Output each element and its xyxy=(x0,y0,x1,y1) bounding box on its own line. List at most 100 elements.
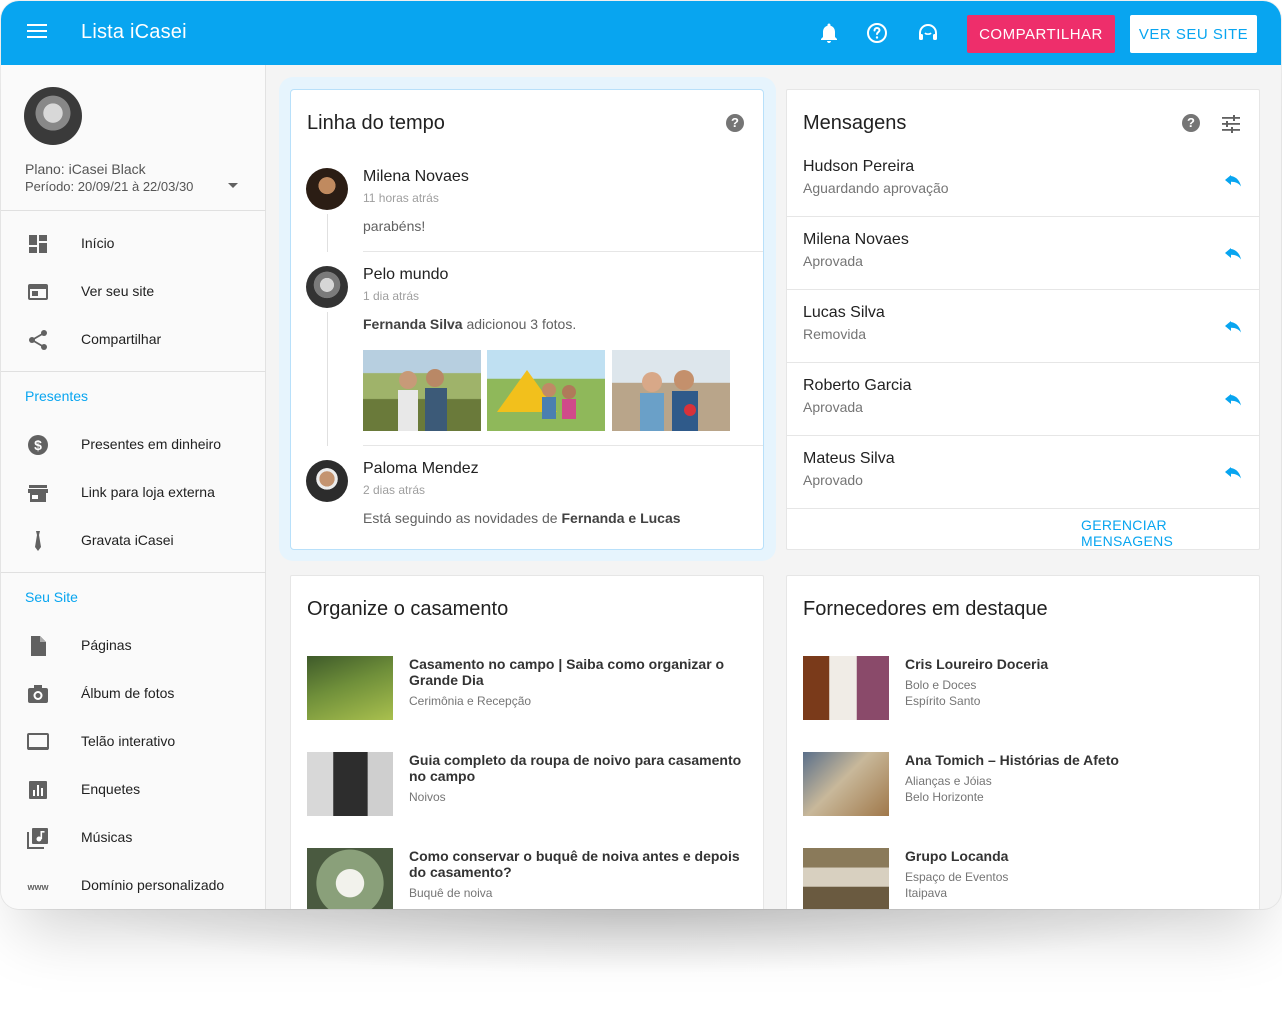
reply-icon[interactable] xyxy=(1223,170,1243,190)
menu-icon[interactable] xyxy=(25,21,49,45)
sidebar: Plano: iCasei Black Período: 20/09/21 à … xyxy=(1,65,266,909)
message-status: Aprovado xyxy=(803,472,863,488)
www-icon: www xyxy=(27,882,49,892)
window-shadow xyxy=(60,905,1220,975)
sidebar-item-dominio[interactable]: www Domínio personalizado xyxy=(1,861,266,909)
divider xyxy=(1,371,266,372)
supplier-item[interactable]: Grupo Locanda Espaço de Eventos Itaipava xyxy=(803,848,1243,909)
browser-icon xyxy=(28,284,48,300)
screen-icon xyxy=(27,733,49,750)
dashboard-icon xyxy=(29,235,47,253)
message-row[interactable]: Lucas Silva Removida xyxy=(787,290,1259,363)
timeline-text-action: Está seguindo as novidades de xyxy=(363,510,562,526)
share-button[interactable]: COMPARTILHAR xyxy=(967,15,1115,53)
profile-section: Plano: iCasei Black Período: 20/09/21 à … xyxy=(1,65,266,211)
sidebar-item-ver-seu-site[interactable]: Ver seu site xyxy=(1,267,266,315)
article-item[interactable]: Como conservar o buquê de noiva antes e … xyxy=(307,848,747,909)
sidebar-item-enquetes[interactable]: Enquetes xyxy=(1,765,266,813)
reply-icon[interactable] xyxy=(1223,389,1243,409)
sidebar-item-label: Início xyxy=(81,235,115,251)
timeline-text: parabéns! xyxy=(363,218,426,234)
supplier-category: Espaço de Eventos xyxy=(905,870,1009,884)
message-row[interactable]: Milena Novaes Aprovada xyxy=(787,217,1259,290)
timeline-text: Está seguindo as novidades de Fernanda e… xyxy=(363,510,681,526)
period-label: Período: 20/09/21 à 22/03/30 xyxy=(25,179,194,194)
tie-icon xyxy=(35,531,41,551)
view-site-button[interactable]: VER SEU SITE xyxy=(1130,15,1257,53)
message-status: Aprovada xyxy=(803,253,863,269)
supplier-thumbnail xyxy=(803,752,889,816)
supplier-item[interactable]: Ana Tomich – Histórias de Afeto Alianças… xyxy=(803,752,1243,822)
help-circle-icon[interactable] xyxy=(865,21,889,45)
section-title-presentes: Presentes xyxy=(25,388,89,404)
supplier-name: Grupo Locanda xyxy=(905,848,1009,864)
sidebar-item-label: Enquetes xyxy=(81,781,141,797)
sidebar-item-musicas[interactable]: Músicas xyxy=(1,813,266,861)
divider xyxy=(363,251,763,252)
timeline-name: Paloma Mendez xyxy=(363,460,479,477)
avatar xyxy=(306,266,348,308)
help-icon[interactable]: ? xyxy=(1182,114,1200,132)
article-thumbnail xyxy=(307,848,393,909)
manage-messages-link[interactable]: GERENCIAR MENSAGENS xyxy=(1081,517,1259,549)
help-icon[interactable]: ? xyxy=(726,114,744,132)
avatar[interactable] xyxy=(24,87,82,145)
timeline-text-action: adicionou 3 fotos. xyxy=(462,316,577,332)
message-row[interactable]: Mateus Silva Aprovado xyxy=(787,436,1259,509)
sidebar-item-label: Domínio personalizado xyxy=(81,877,225,893)
reply-icon[interactable] xyxy=(1223,462,1243,482)
sidebar-item-label: Presentes em dinheiro xyxy=(81,436,222,452)
timeline-item[interactable]: Milena Novaes 11 horas atrás parabéns! xyxy=(291,166,763,252)
supplier-location: Belo Horizonte xyxy=(905,790,984,804)
supplier-location: Espírito Santo xyxy=(905,694,981,708)
message-status: Removida xyxy=(803,326,867,342)
message-author: Hudson Pereira xyxy=(803,158,915,175)
card-title: Organize o casamento xyxy=(307,598,509,620)
timeline-connector xyxy=(327,214,328,252)
article-category: Buquê de noiva xyxy=(409,886,493,900)
article-item[interactable]: Guia completo da roupa de noivo para cas… xyxy=(307,752,747,822)
sidebar-item-inicio[interactable]: Início xyxy=(1,219,266,267)
sidebar-item-album[interactable]: Álbum de fotos xyxy=(1,669,266,717)
camera-icon xyxy=(28,685,48,703)
message-author: Roberto Garcia xyxy=(803,377,912,394)
app-window: Lista iCasei COMPARTILHAR VER SEU SITE P… xyxy=(1,1,1281,909)
sidebar-item-gravata[interactable]: Gravata iCasei xyxy=(1,516,266,564)
plan-label: Plano: iCasei Black xyxy=(25,161,146,177)
timeline-item[interactable]: Paloma Mendez 2 dias atrás Está seguindo… xyxy=(291,458,763,538)
supplier-location: Itaipava xyxy=(905,886,948,900)
reply-icon[interactable] xyxy=(1223,243,1243,263)
photo-thumbnail[interactable] xyxy=(363,350,481,431)
sidebar-item-telao[interactable]: Telão interativo xyxy=(1,717,266,765)
sidebar-item-presentes-dinheiro[interactable]: $ Presentes em dinheiro xyxy=(1,420,266,468)
photo-thumbnail[interactable] xyxy=(487,350,605,431)
photo-thumbnail[interactable] xyxy=(612,350,730,431)
sidebar-item-label: Álbum de fotos xyxy=(81,685,175,701)
article-item[interactable]: Casamento no campo | Saiba como organiza… xyxy=(307,656,747,726)
article-title: Como conservar o buquê de noiva antes e … xyxy=(409,848,740,880)
music-icon xyxy=(27,828,48,849)
message-row[interactable]: Roberto Garcia Aprovada xyxy=(787,363,1259,436)
avatar xyxy=(306,460,348,502)
sidebar-item-paginas[interactable]: Páginas xyxy=(1,621,266,669)
page-icon xyxy=(31,636,46,656)
store-icon xyxy=(28,485,48,502)
share-icon xyxy=(29,330,47,350)
supplier-item[interactable]: Cris Loureiro Doceria Bolo e Doces Espír… xyxy=(803,656,1243,726)
sidebar-item-compartilhar[interactable]: Compartilhar xyxy=(1,315,266,363)
sidebar-item-label: Gravata iCasei xyxy=(81,532,174,548)
card-title: Fornecedores em destaque xyxy=(803,598,1048,620)
timeline-text: Fernanda Silva adicionou 3 fotos. xyxy=(363,316,576,332)
sidebar-item-label: Compartilhar xyxy=(81,331,162,347)
divider xyxy=(1,572,266,573)
timeline-item[interactable]: Pelo mundo 1 dia atrás Fernanda Silva ad… xyxy=(291,264,763,446)
chevron-down-icon[interactable] xyxy=(228,183,238,188)
support-headset-icon[interactable] xyxy=(916,21,940,45)
filter-settings-icon[interactable] xyxy=(1221,114,1241,134)
message-row[interactable]: Hudson Pereira Aguardando aprovação xyxy=(787,144,1259,217)
sidebar-item-loja-externa[interactable]: Link para loja externa xyxy=(1,468,266,516)
reply-icon[interactable] xyxy=(1223,316,1243,336)
card-title: Mensagens xyxy=(803,112,907,134)
bell-icon[interactable] xyxy=(817,21,841,45)
money-icon: $ xyxy=(28,435,48,455)
